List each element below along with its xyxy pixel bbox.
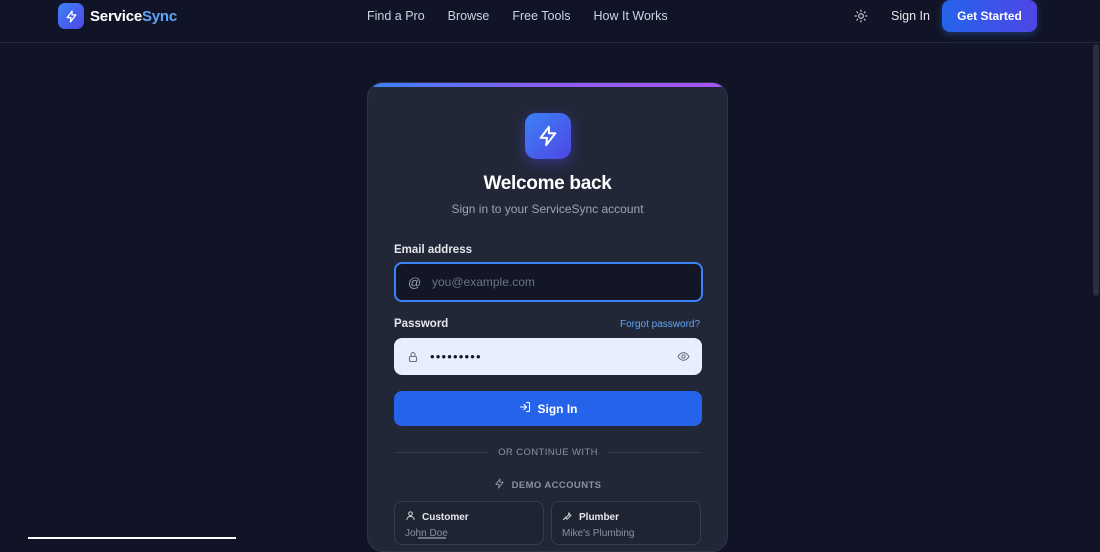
brand-name: ServiceSync bbox=[90, 8, 177, 25]
at-sign-icon: @ bbox=[408, 274, 422, 290]
demo-account-customer[interactable]: Customer John Doe bbox=[394, 501, 544, 545]
demo-account-role: Plumber bbox=[579, 511, 620, 523]
divider-line-left bbox=[394, 451, 489, 453]
sun-icon[interactable] bbox=[853, 8, 869, 24]
brand-link[interactable]: ServiceSync bbox=[58, 3, 177, 29]
sign-in-button[interactable]: Sign In bbox=[394, 391, 702, 426]
email-field[interactable] bbox=[432, 275, 701, 289]
nav-link-free-tools[interactable]: Free Tools bbox=[512, 9, 570, 23]
bolt-icon bbox=[58, 3, 84, 29]
brand-name-part2: Sync bbox=[141, 7, 178, 25]
bolt-icon bbox=[494, 478, 505, 492]
sign-in-button-label: Sign In bbox=[537, 401, 578, 416]
divider: OR CONTINUE WITH bbox=[394, 446, 702, 458]
demo-account-plumber[interactable]: Plumber Mike's Plumbing bbox=[551, 501, 701, 545]
divider-text: OR CONTINUE WITH bbox=[498, 446, 598, 458]
page-subtitle: Sign in to your ServiceSync account bbox=[451, 202, 644, 216]
divider-line-right bbox=[607, 451, 702, 453]
bolt-icon bbox=[525, 113, 571, 159]
wrench-icon bbox=[562, 508, 573, 526]
forgot-password-link[interactable]: Forgot password? bbox=[620, 319, 700, 330]
card-gradient-bar bbox=[368, 83, 727, 87]
demo-account-role: Customer bbox=[422, 511, 469, 523]
top-navbar: ServiceSync Find a Pro Browse Free Tools… bbox=[0, 0, 1100, 43]
eye-icon[interactable] bbox=[676, 350, 690, 364]
get-started-button[interactable]: Get Started bbox=[942, 0, 1037, 32]
login-card: Welcome back Sign in to your ServiceSync… bbox=[367, 82, 728, 552]
nav-link-how-it-works[interactable]: How It Works bbox=[594, 9, 668, 23]
password-field[interactable]: ••••••••• bbox=[394, 338, 702, 375]
demo-accounts-heading: DEMO ACCOUNTS bbox=[368, 478, 727, 492]
nav-sign-in-link[interactable]: Sign In bbox=[891, 9, 930, 23]
email-label: Email address bbox=[394, 244, 472, 256]
nav-link-browse[interactable]: Browse bbox=[448, 9, 490, 23]
login-icon bbox=[519, 401, 531, 416]
demo-accounts-label: DEMO ACCOUNTS bbox=[511, 479, 602, 491]
page-title: Welcome back bbox=[483, 173, 612, 194]
password-value: ••••••••• bbox=[430, 349, 482, 364]
nav-link-find-a-pro[interactable]: Find a Pro bbox=[367, 9, 425, 23]
scrollbar-thumb[interactable] bbox=[1093, 44, 1099, 296]
brand-name-part1: Service bbox=[90, 7, 142, 25]
user-icon bbox=[405, 508, 416, 526]
password-label: Password bbox=[394, 318, 449, 330]
nav-links: Find a Pro Browse Free Tools How It Work… bbox=[367, 9, 668, 23]
lock-icon bbox=[406, 350, 420, 364]
demo-account-name: Mike's Plumbing bbox=[562, 528, 635, 539]
email-field-wrapper[interactable]: @ bbox=[394, 262, 703, 302]
